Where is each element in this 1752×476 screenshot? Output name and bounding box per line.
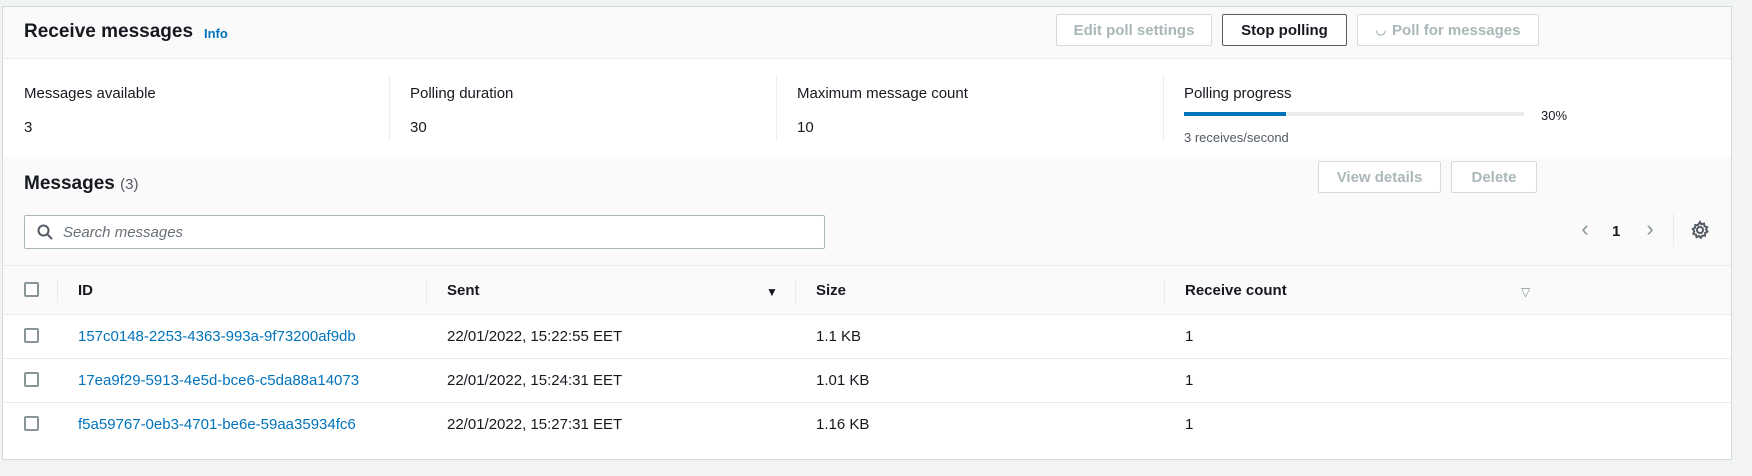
message-sent: 22/01/2022, 15:27:31 EET [447,416,623,433]
view-details-label: View details [1336,168,1423,186]
delete-label: Delete [1471,168,1517,186]
receive-messages-header: Receive messages Info Edit poll settings… [3,7,1731,59]
stat-messages-available: Messages available 3 [24,68,384,136]
column-header-id[interactable]: ID [78,282,93,299]
current-page[interactable]: 1 [1612,223,1620,240]
row-checkbox[interactable] [24,372,39,387]
message-receive-count: 1 [1185,416,1194,433]
column-header-receive-count[interactable]: Receive count [1185,282,1287,299]
column-divider [795,279,796,303]
polling-stats: Messages available 3 Polling duration 30… [3,60,1731,157]
spinner-icon: ◡ [1375,23,1387,37]
message-receive-count: 1 [1185,328,1194,345]
receives-per-second: 3 receives/second [1184,130,1289,145]
edit-poll-settings-button[interactable]: Edit poll settings [1056,14,1212,46]
stat-max-message-count: Maximum message count 10 [797,68,1157,136]
messages-count: (3) [120,176,139,193]
page-title: Receive messages [24,21,194,42]
previous-page-icon[interactable]: ‹ [1575,218,1595,241]
column-divider [57,279,58,303]
message-id-link[interactable]: f5a59767-0eb3-4701-be6e-59aa35934fc6 [78,416,356,433]
polling-progress-fill [1184,112,1286,116]
delete-button[interactable]: Delete [1451,161,1537,193]
message-size: 1.1 KB [816,328,862,345]
message-sent: 22/01/2022, 15:24:31 EET [447,372,623,389]
view-details-button[interactable]: View details [1318,161,1441,193]
column-divider [1164,279,1165,303]
gear-icon[interactable] [1690,220,1710,240]
column-divider [426,279,427,303]
stat-polling-progress: Polling progress 30% 3 receives/second [1184,68,1568,145]
stat-divider [1163,75,1164,141]
row-checkbox[interactable] [24,328,39,343]
edit-poll-settings-label: Edit poll settings [1073,21,1195,39]
messages-available-label: Messages available [24,85,156,102]
poll-for-messages-button[interactable]: ◡ Poll for messages [1357,14,1539,46]
column-header-size[interactable]: Size [816,282,846,299]
message-receive-count: 1 [1185,372,1194,389]
search-icon [37,224,53,240]
message-id-link[interactable]: 157c0148-2253-4363-993a-9f73200af9db [78,328,356,345]
messages-title-text: Messages [24,173,115,194]
pager-divider [1673,213,1674,247]
polling-duration-label: Polling duration [410,85,514,102]
polling-progress-label: Polling progress [1184,85,1292,102]
stop-polling-button[interactable]: Stop polling [1222,14,1347,46]
search-input[interactable] [63,218,803,246]
messages-title: Messages (3) [24,173,138,195]
sort-descending-icon[interactable]: ▼ [766,285,778,299]
message-sent: 22/01/2022, 15:22:55 EET [447,328,623,345]
table-row: 17ea9f29-5913-4e5d-bce6-c5da88a14073 22/… [3,359,1731,403]
row-checkbox[interactable] [24,416,39,431]
stat-divider [776,75,777,141]
stat-divider [389,75,390,141]
messages-available-value: 3 [24,119,33,136]
stat-polling-duration: Polling duration 30 [410,68,770,136]
max-message-count-value: 10 [797,119,814,136]
receive-messages-panel: Receive messages Info Edit poll settings… [2,6,1732,460]
message-size: 1.16 KB [816,416,870,433]
stop-polling-label: Stop polling [1241,21,1328,39]
table-header: ID Sent ▼ Size Receive count ▽ [3,265,1731,315]
polling-progress-bar [1184,112,1524,116]
select-all-checkbox[interactable] [24,282,39,297]
column-header-sent[interactable]: Sent [447,282,480,299]
search-box [24,215,825,249]
max-message-count-label: Maximum message count [797,85,968,102]
poll-for-messages-label: Poll for messages [1392,21,1521,39]
polling-duration-value: 30 [410,119,427,136]
table-row: f5a59767-0eb3-4701-be6e-59aa35934fc6 22/… [3,403,1731,447]
messages-section-header: Messages (3) View details Delete ‹ 1 › [3,157,1731,265]
message-id-link[interactable]: 17ea9f29-5913-4e5d-bce6-c5da88a14073 [78,372,359,389]
polling-progress-percent: 30% [1541,108,1568,123]
info-link[interactable]: Info [204,26,228,41]
next-page-icon[interactable]: › [1640,218,1660,241]
message-size: 1.01 KB [816,372,870,389]
sort-icon[interactable]: ▽ [1521,285,1530,299]
table-row: 157c0148-2253-4363-993a-9f73200af9db 22/… [3,315,1731,359]
